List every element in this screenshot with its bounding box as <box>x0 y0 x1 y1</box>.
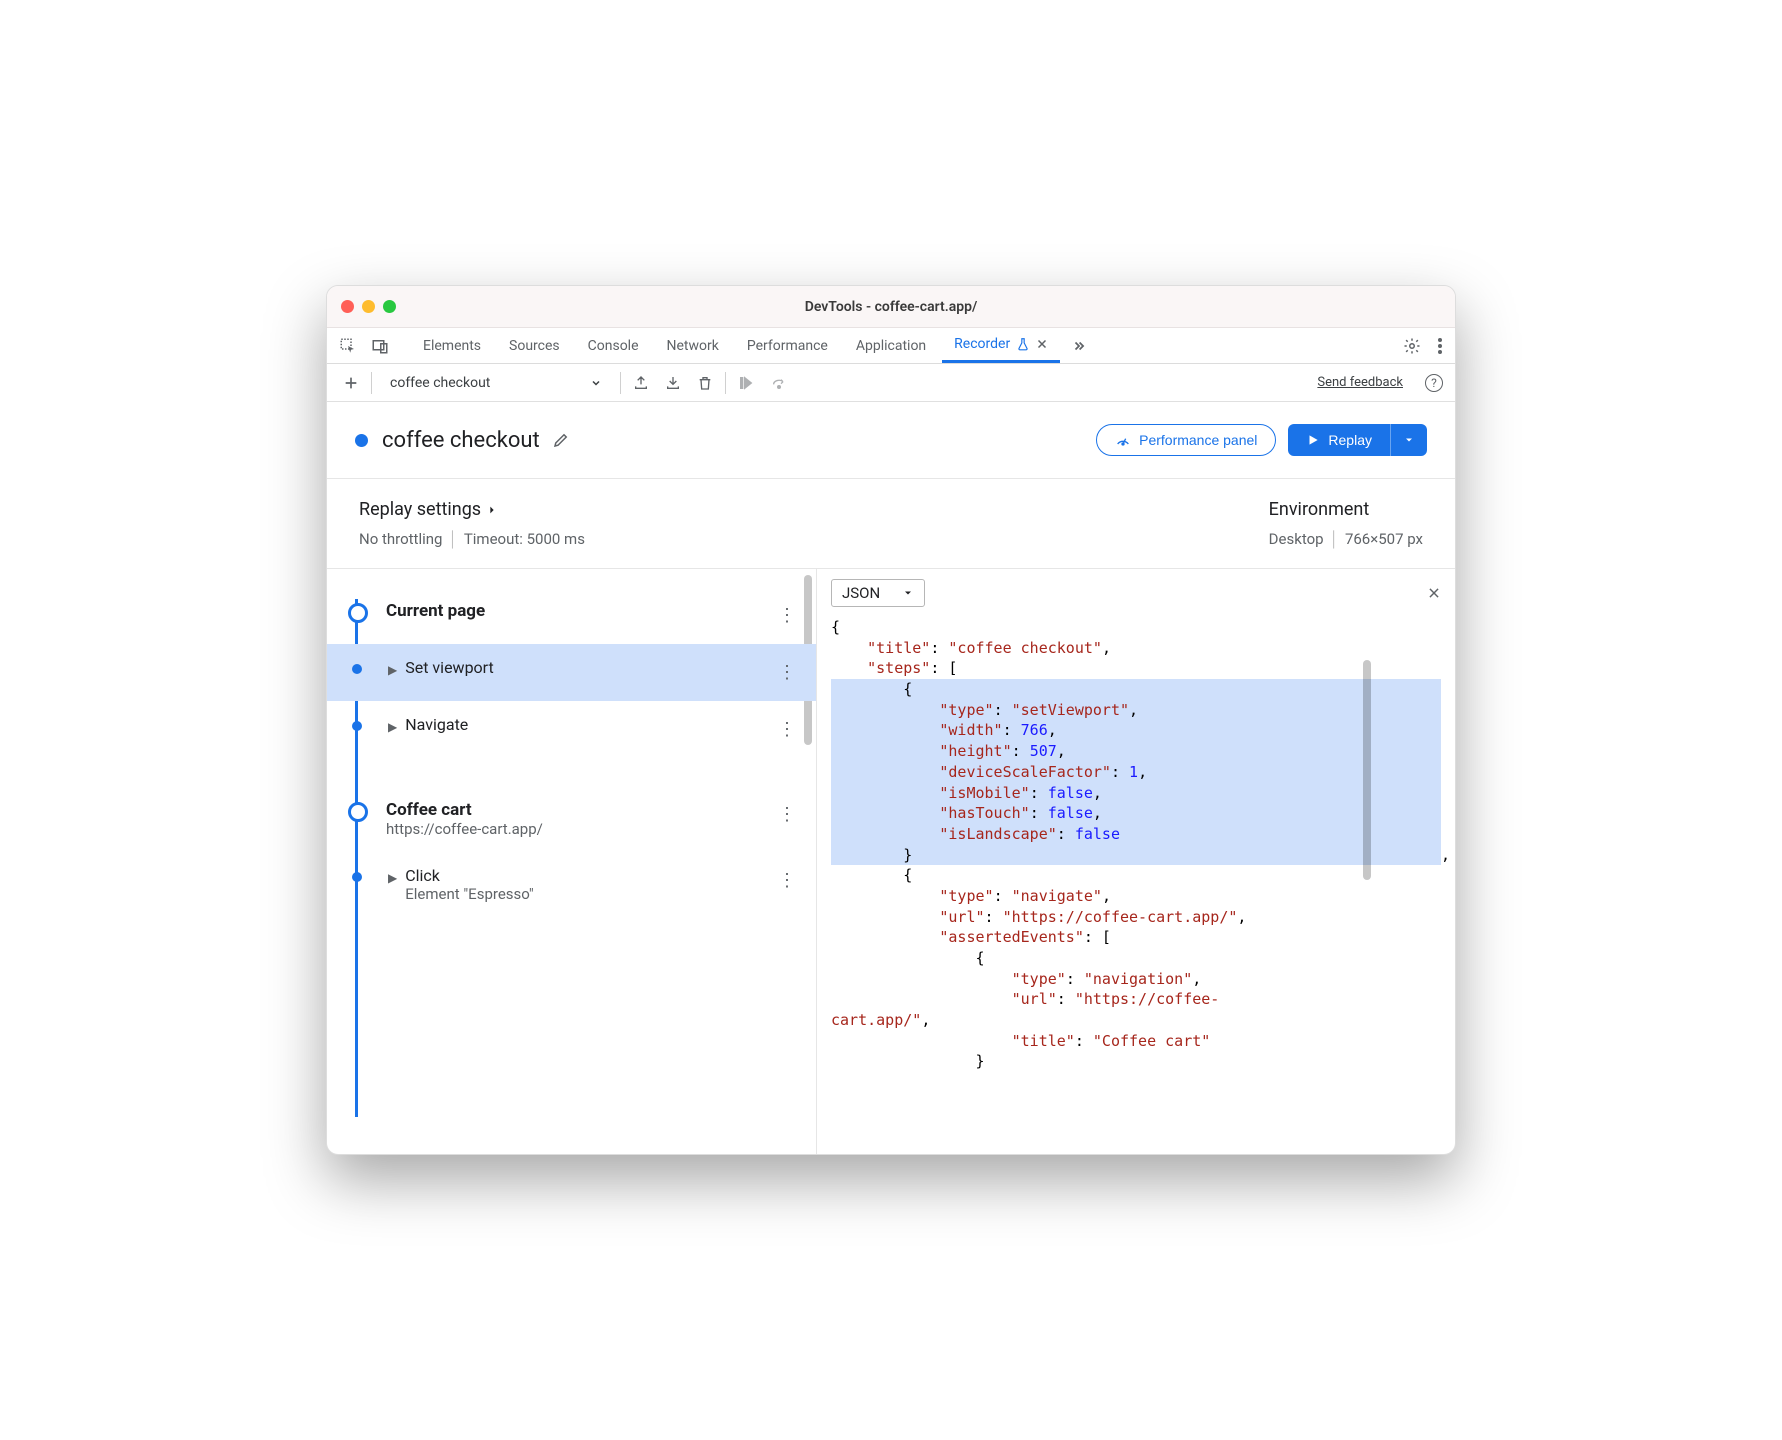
close-code-icon[interactable] <box>1427 586 1441 600</box>
step-subtitle: Element "Espresso" <box>405 885 533 903</box>
recording-status-dot <box>355 434 368 447</box>
code-body[interactable]: { "title": "coffee checkout", "steps": [… <box>817 613 1455 1154</box>
environment-dimensions: 766×507 px <box>1345 530 1423 548</box>
section-label: Coffee cart https://coffee-cart.app/ <box>386 800 543 838</box>
replay-label: Replay <box>1328 432 1372 448</box>
import-icon[interactable] <box>661 371 685 395</box>
step-label: Set viewport <box>405 658 494 677</box>
environment-heading: Environment <box>1269 499 1423 520</box>
environment-device: Desktop <box>1269 530 1324 548</box>
timeline-node-icon <box>348 802 368 822</box>
recording-select[interactable]: coffee checkout <box>380 371 612 395</box>
step-click-espresso[interactable]: ▶ Click Element "Espresso" ⋮ <box>355 852 816 917</box>
devtools-tabbar: Elements Sources Console Network Perform… <box>327 328 1455 364</box>
window-title: DevTools - coffee-cart.app/ <box>327 299 1455 315</box>
timeline-node-icon <box>352 721 362 731</box>
replay-settings-row: Replay settings No throttling │ Timeout:… <box>327 479 1455 569</box>
chevron-right-icon: ▶ <box>388 663 397 677</box>
step-label: Click Element "Espresso" <box>405 866 533 903</box>
edit-title-icon[interactable] <box>552 431 570 449</box>
code-pane: JSON { "title": "coffee checkout", "step… <box>817 569 1455 1154</box>
more-tabs-icon[interactable] <box>1070 339 1088 353</box>
tab-application[interactable]: Application <box>844 328 938 363</box>
titlebar: DevTools - coffee-cart.app/ <box>327 286 1455 328</box>
step-over-icon[interactable] <box>766 371 792 395</box>
throttling-value: No throttling <box>359 530 442 548</box>
timeline-node-icon <box>352 872 362 882</box>
timeout-value: Timeout: 5000 ms <box>464 530 585 548</box>
resume-icon[interactable] <box>734 371 758 395</box>
format-select[interactable]: JSON <box>831 579 925 607</box>
tab-network[interactable]: Network <box>655 328 731 363</box>
timeline-node-icon <box>352 664 362 674</box>
recording-select-label: coffee checkout <box>390 375 490 391</box>
new-recording-button[interactable] <box>339 371 363 395</box>
chevron-down-icon <box>590 377 602 389</box>
chevron-right-icon: ▶ <box>388 871 397 885</box>
send-feedback-link[interactable]: Send feedback <box>1317 375 1403 390</box>
tab-recorder[interactable]: Recorder <box>942 328 1060 363</box>
export-icon[interactable] <box>629 371 653 395</box>
devtools-window: DevTools - coffee-cart.app/ Elements Sou… <box>326 285 1456 1155</box>
help-icon[interactable]: ? <box>1425 374 1443 392</box>
chevron-down-icon <box>902 587 914 599</box>
chevron-right-icon: ▶ <box>388 720 397 734</box>
code-toolbar: JSON <box>817 569 1455 613</box>
step-navigate[interactable]: ▶ Navigate ⋮ <box>355 701 816 758</box>
separator <box>371 372 372 394</box>
recorder-toolbar: coffee checkout Send feedback ? <box>327 364 1455 402</box>
tab-console[interactable]: Console <box>576 328 651 363</box>
scrollbar[interactable] <box>1363 619 1453 922</box>
timeline-node-icon <box>348 603 368 623</box>
tab-recorder-label: Recorder <box>954 336 1010 352</box>
separator <box>620 372 621 394</box>
step-set-viewport[interactable]: ▶ Set viewport ⋮ <box>327 644 816 701</box>
close-tab-icon[interactable] <box>1036 338 1048 350</box>
separator <box>725 372 726 394</box>
recording-title: coffee checkout <box>382 428 540 453</box>
step-kebab-icon[interactable]: ⋮ <box>774 800 800 829</box>
tab-elements[interactable]: Elements <box>411 328 493 363</box>
chevron-right-icon <box>487 503 497 517</box>
replay-dropdown-button[interactable] <box>1390 424 1427 456</box>
step-label: Navigate <box>405 715 468 734</box>
kebab-menu-icon[interactable] <box>1437 337 1443 355</box>
steps-pane: Current page ⋮ ▶ Set viewport ⋮ ▶ Naviga… <box>327 569 817 1154</box>
performance-panel-label: Performance panel <box>1139 432 1257 448</box>
step-kebab-icon[interactable]: ⋮ <box>774 658 800 687</box>
step-kebab-icon[interactable]: ⋮ <box>774 601 800 630</box>
replay-settings-label: Replay settings <box>359 499 481 520</box>
step-section-current-page[interactable]: Current page ⋮ <box>355 587 816 644</box>
section-label: Current page <box>386 601 485 621</box>
recording-header: coffee checkout Performance panel Replay <box>327 402 1455 479</box>
performance-panel-button[interactable]: Performance panel <box>1096 424 1276 456</box>
step-title: Click <box>405 866 533 885</box>
replay-settings-toggle[interactable]: Replay settings <box>359 499 585 520</box>
section-url: https://coffee-cart.app/ <box>386 820 543 838</box>
format-label: JSON <box>842 584 880 602</box>
inspect-element-icon[interactable] <box>339 337 357 355</box>
step-section-coffee-cart[interactable]: Coffee cart https://coffee-cart.app/ ⋮ <box>355 786 816 852</box>
delete-icon[interactable] <box>693 371 717 395</box>
settings-gear-icon[interactable] <box>1403 337 1421 355</box>
section-title: Coffee cart <box>386 800 543 820</box>
replay-button[interactable]: Replay <box>1288 424 1390 456</box>
step-kebab-icon[interactable]: ⋮ <box>774 866 800 895</box>
step-kebab-icon[interactable]: ⋮ <box>774 715 800 744</box>
device-toolbar-icon[interactable] <box>371 337 389 355</box>
flask-icon <box>1016 337 1030 351</box>
split-pane: Current page ⋮ ▶ Set viewport ⋮ ▶ Naviga… <box>327 569 1455 1154</box>
tab-sources[interactable]: Sources <box>497 328 572 363</box>
tab-performance[interactable]: Performance <box>735 328 840 363</box>
